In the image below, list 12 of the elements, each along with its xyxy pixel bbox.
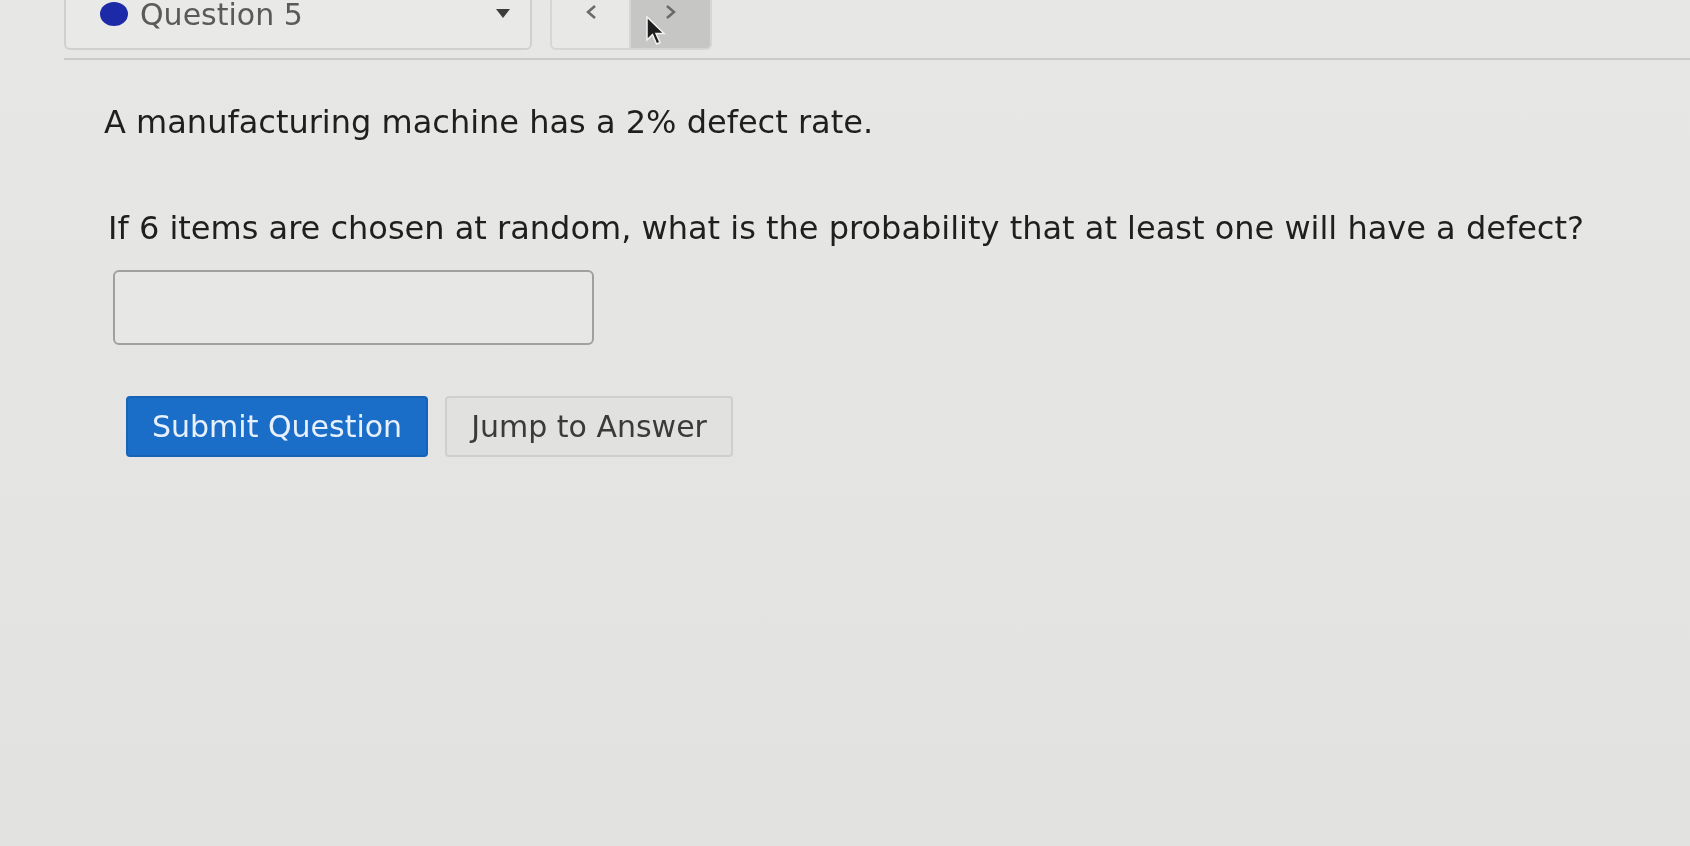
- next-question-button[interactable]: [631, 0, 712, 50]
- mouse-pointer-icon: [646, 16, 666, 46]
- caret-down-icon: [496, 9, 510, 18]
- status-dot-icon: [100, 2, 128, 26]
- submit-button[interactable]: Submit Question: [126, 396, 429, 457]
- chevron-right-icon: [664, 4, 677, 20]
- jump-to-answer-button[interactable]: Jump to Answer: [445, 396, 733, 457]
- chevron-left-icon: [584, 4, 597, 20]
- answer-box[interactable]: [113, 270, 594, 345]
- question-dropdown[interactable]: Question 5: [64, 0, 532, 50]
- question-text: A manufacturing machine has a 2% defect rate.: [104, 102, 875, 142]
- question-text: If 6 items are chosen at random, what is the probability that at least one will have a defect?: [108, 208, 1585, 248]
